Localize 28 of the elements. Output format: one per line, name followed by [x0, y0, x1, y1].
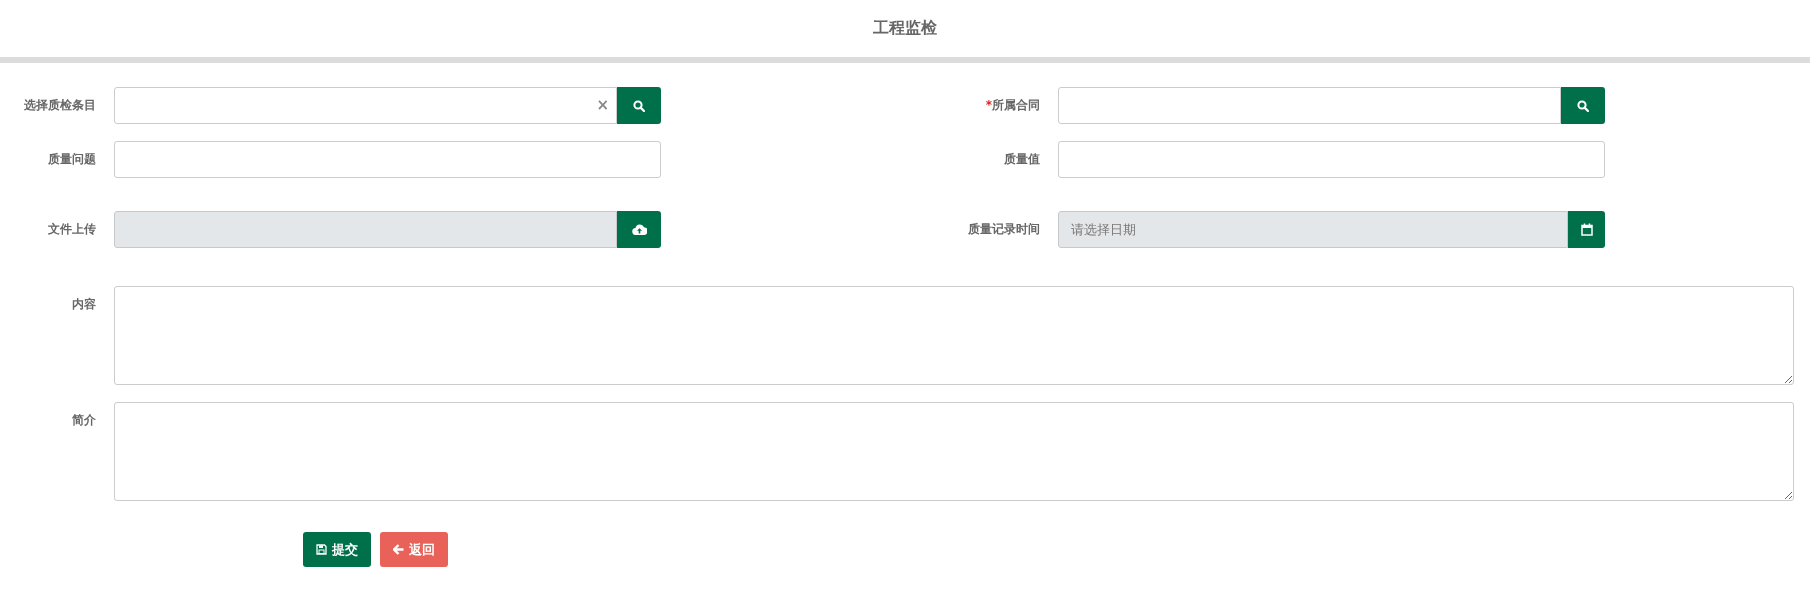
field-label: 质量问题 — [48, 152, 96, 166]
field-label: 选择质检条目 — [24, 98, 96, 112]
input-field[interactable] — [114, 87, 617, 124]
search-button[interactable] — [1561, 87, 1605, 124]
field-label: 文件上传 — [48, 222, 96, 236]
field-label: 简介 — [72, 413, 96, 427]
search-icon — [633, 99, 645, 112]
search-icon — [1577, 99, 1589, 112]
back-button[interactable]: 返回 — [380, 532, 448, 567]
arrow-left-icon — [393, 544, 404, 555]
page-title: 工程监检 — [873, 18, 937, 39]
input-field[interactable] — [1058, 141, 1605, 178]
required-asterisk: * — [985, 98, 992, 112]
search-button[interactable] — [617, 87, 661, 124]
field-label: 所属合同 — [992, 98, 1040, 112]
field-label: 内容 — [72, 297, 96, 311]
text-area[interactable] — [114, 402, 1794, 501]
input-field[interactable] — [114, 141, 661, 178]
submit-button[interactable]: 提交 — [303, 532, 371, 567]
text-area[interactable] — [114, 286, 1794, 385]
field-label: 质量记录时间 — [968, 222, 1040, 236]
input-field[interactable] — [1058, 87, 1561, 124]
cloud-upload-icon — [631, 224, 647, 235]
calendar-icon — [1580, 223, 1593, 236]
calendar-button[interactable] — [1568, 211, 1605, 248]
field-label: 质量值 — [1004, 152, 1040, 166]
upload-button[interactable] — [617, 211, 661, 248]
clear-button[interactable]: × — [596, 96, 609, 114]
